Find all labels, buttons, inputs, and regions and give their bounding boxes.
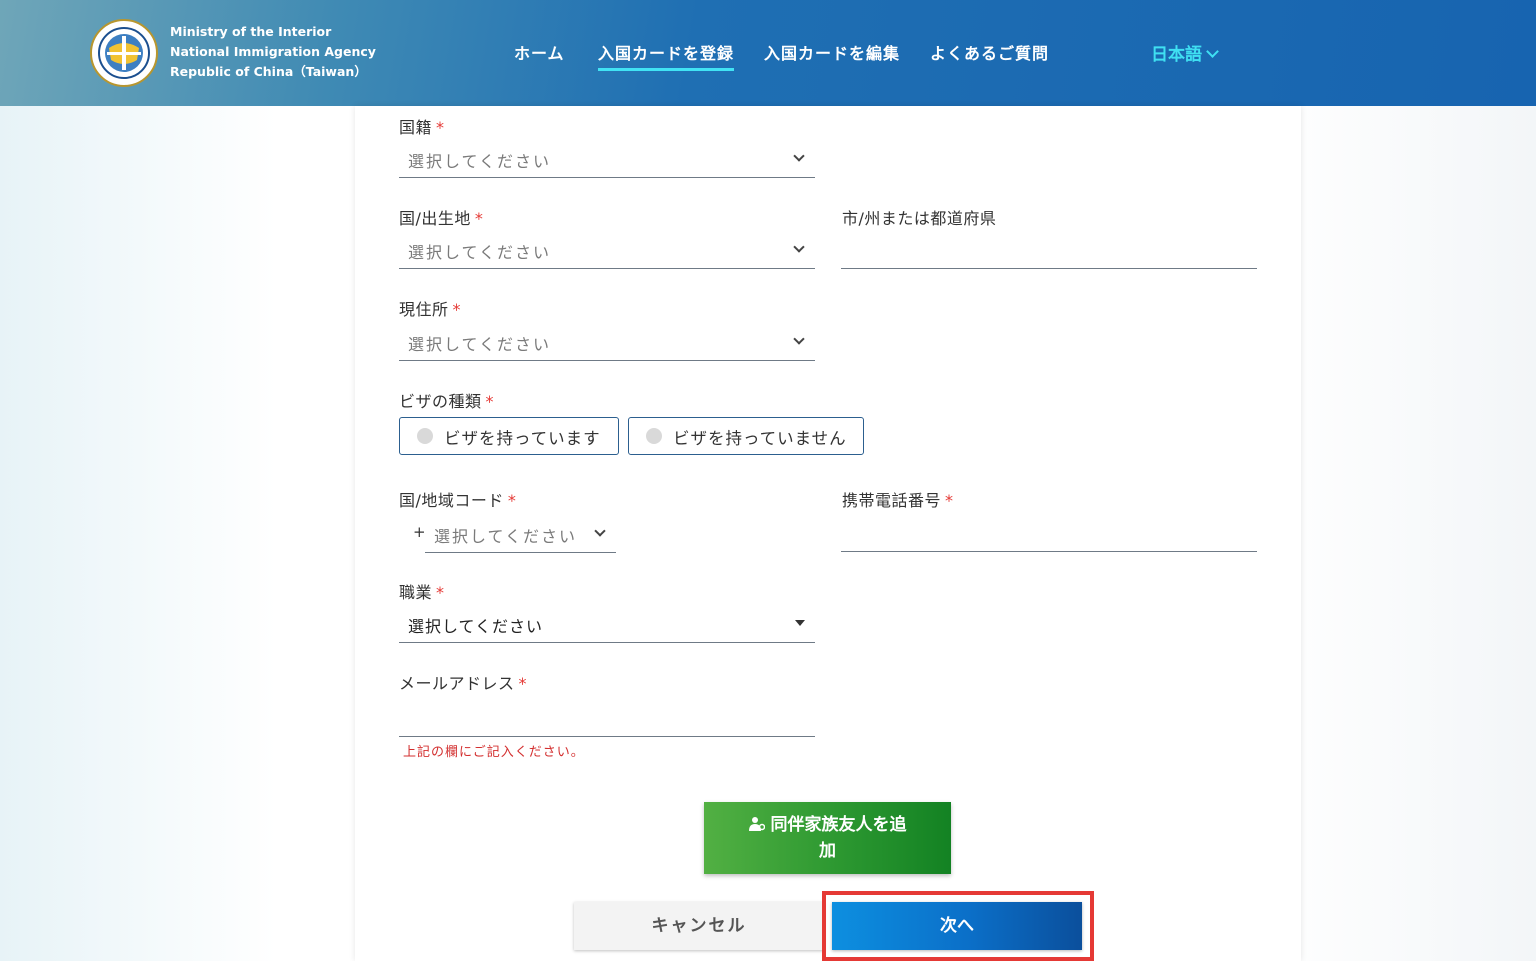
nationality-label-text: 国籍 bbox=[399, 118, 433, 137]
chevron-down-icon bbox=[1206, 45, 1219, 58]
city-state-label: 市/州または都道府県 bbox=[842, 209, 997, 228]
radio-icon bbox=[417, 428, 433, 444]
occupation-label: 職業 * bbox=[399, 579, 445, 603]
residence-label-text: 現住所 bbox=[399, 300, 449, 319]
birthplace-select[interactable]: 選択してください bbox=[399, 231, 815, 269]
plus-prefix: + bbox=[413, 523, 426, 541]
language-label: 日本語 bbox=[1151, 45, 1202, 65]
cancel-button[interactable]: キャンセル bbox=[574, 902, 824, 950]
add-companion-label-2: 加 bbox=[819, 841, 836, 861]
mobile-label-text: 携帯電話番号 bbox=[842, 491, 942, 510]
email-input[interactable] bbox=[399, 699, 819, 738]
chevron-down-icon bbox=[793, 333, 805, 345]
email-error-message: 上記の欄にご記入ください。 bbox=[403, 745, 585, 760]
birthplace-placeholder: 選択してください bbox=[408, 243, 552, 262]
residence-select[interactable]: 選択してください bbox=[399, 323, 815, 361]
country-code-select[interactable]: 選択してください bbox=[425, 515, 616, 553]
nationality-select[interactable]: 選択してください bbox=[399, 140, 815, 178]
chevron-down-icon bbox=[793, 241, 805, 253]
country-code-label: 国/地域コード * bbox=[399, 487, 516, 511]
nav-faq[interactable]: よくあるご質問 bbox=[930, 40, 1049, 64]
required-mark: * bbox=[945, 491, 954, 510]
mobile-input[interactable] bbox=[841, 514, 1261, 553]
occupation-select[interactable]: 選択してください bbox=[399, 605, 815, 643]
city-state-input[interactable] bbox=[841, 231, 1261, 270]
visa-type-label-text: ビザの種類 bbox=[399, 392, 482, 411]
visa-type-label: ビザの種類 * bbox=[399, 388, 494, 412]
residence-placeholder: 選択してください bbox=[408, 335, 552, 354]
nav-register-arrival-card[interactable]: 入国カードを登録 bbox=[598, 40, 735, 71]
city-state-field[interactable] bbox=[841, 231, 1261, 270]
country-code-label-text: 国/地域コード bbox=[399, 491, 504, 510]
occupation-value: 選択してください bbox=[408, 617, 544, 636]
country-code-placeholder: 選択してください bbox=[434, 527, 578, 546]
required-mark: * bbox=[507, 491, 517, 510]
required-mark: * bbox=[518, 674, 528, 693]
birthplace-label: 国/出生地 * bbox=[399, 205, 483, 229]
nav-home[interactable]: ホーム bbox=[514, 40, 565, 64]
add-companion-button[interactable]: 同伴家族友人を追 加 bbox=[704, 802, 951, 874]
required-mark: * bbox=[452, 300, 462, 319]
agency-line-3: Republic of China（Taiwan） bbox=[170, 64, 367, 79]
chevron-down-icon bbox=[594, 525, 606, 537]
nav-edit-arrival-card[interactable]: 入国カードを編集 bbox=[764, 40, 900, 64]
agency-emblem-icon[interactable] bbox=[89, 18, 159, 88]
visa-yes-label: ビザを持っています bbox=[444, 429, 601, 448]
add-person-icon bbox=[748, 817, 765, 831]
nationality-label: 国籍 * bbox=[399, 114, 445, 138]
email-field[interactable] bbox=[399, 699, 819, 738]
email-label-text: メールアドレス bbox=[399, 674, 515, 693]
email-label: メールアドレス * bbox=[399, 670, 527, 694]
form-card: 国籍 * 選択してください 国/出生地 * 選択してください 市/州または都道府県 … bbox=[355, 106, 1301, 961]
visa-no-label: ビザを持っていません bbox=[673, 429, 847, 448]
mobile-label: 携帯電話番号 * bbox=[842, 487, 954, 511]
occupation-label-text: 職業 bbox=[399, 583, 433, 602]
required-mark: * bbox=[474, 209, 484, 228]
nationality-placeholder: 選択してください bbox=[408, 152, 552, 171]
visa-no-option[interactable]: ビザを持っていません bbox=[628, 417, 864, 455]
required-mark: * bbox=[485, 392, 495, 411]
add-companion-label-1: 同伴家族友人を追 bbox=[770, 815, 907, 835]
radio-icon bbox=[646, 428, 662, 444]
site-header: Ministry of the Interior National Immigr… bbox=[0, 0, 1536, 106]
language-selector[interactable]: 日本語 bbox=[1151, 40, 1219, 65]
next-button[interactable]: 次へ bbox=[832, 902, 1082, 950]
birthplace-label-text: 国/出生地 bbox=[399, 209, 471, 228]
agency-line-1: Ministry of the Interior bbox=[170, 24, 332, 39]
residence-label: 現住所 * bbox=[399, 296, 461, 320]
visa-yes-option[interactable]: ビザを持っています bbox=[399, 417, 619, 455]
agency-line-2: National Immigration Agency bbox=[170, 44, 376, 59]
caret-down-icon bbox=[795, 620, 805, 626]
mobile-field[interactable] bbox=[841, 514, 1261, 553]
agency-name: Ministry of the Interior National Immigr… bbox=[170, 22, 376, 82]
required-mark: * bbox=[436, 118, 445, 137]
required-mark: * bbox=[436, 583, 445, 602]
chevron-down-icon bbox=[793, 150, 805, 162]
